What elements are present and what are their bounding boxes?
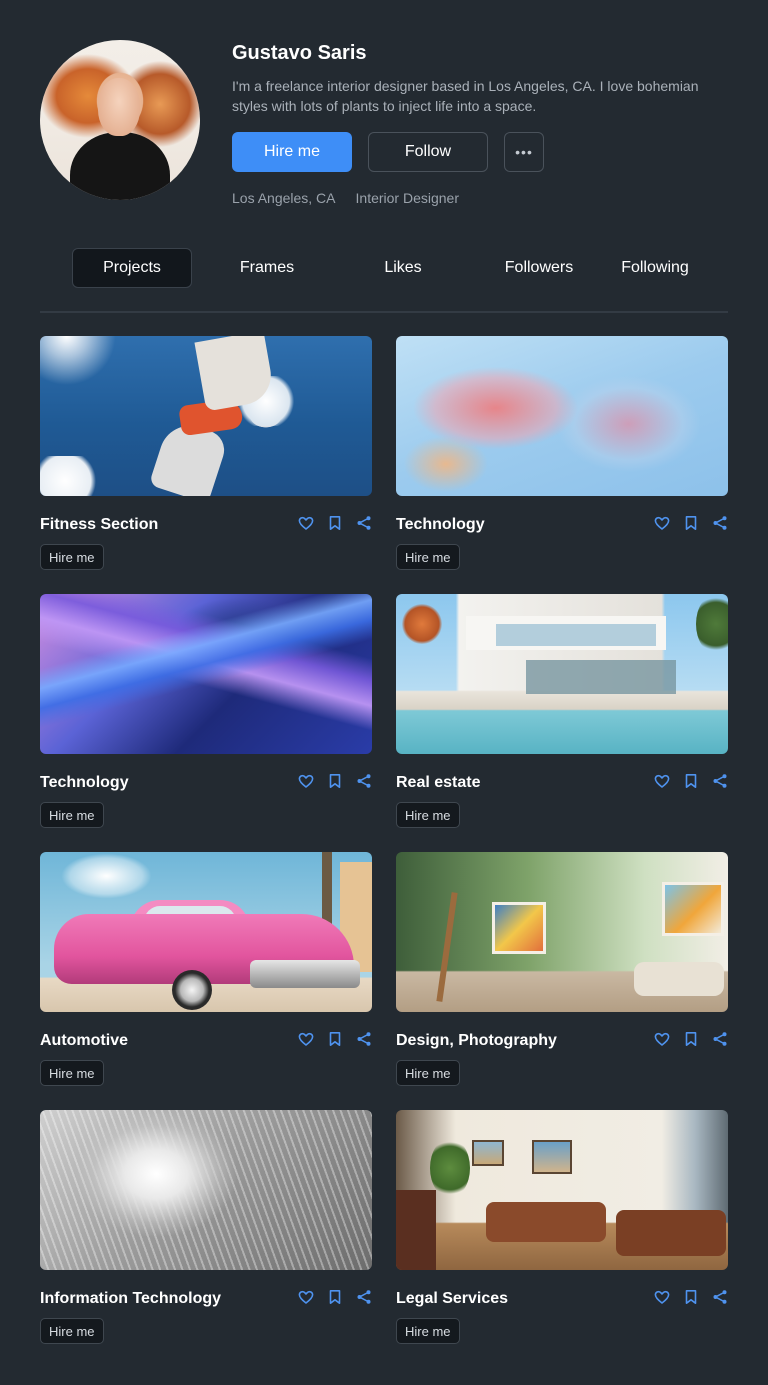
bookmark-icon[interactable]	[327, 515, 343, 531]
share-icon[interactable]	[356, 1289, 372, 1305]
project-actions	[654, 1031, 728, 1047]
project-actions	[298, 515, 372, 531]
profile-header: Gustavo Saris I'm a freelance interior d…	[40, 40, 728, 210]
share-icon[interactable]	[712, 773, 728, 789]
project-actions	[654, 773, 728, 789]
share-icon[interactable]	[356, 1031, 372, 1047]
project-card: Legal Services Hire me	[396, 1110, 728, 1348]
profile-meta: Los Angeles, CA Interior Designer	[232, 190, 459, 206]
project-title[interactable]: Information Technology	[40, 1290, 221, 1308]
hire-me-chip[interactable]: Hire me	[396, 1060, 460, 1086]
hire-me-chip[interactable]: Hire me	[396, 802, 460, 828]
hire-me-chip[interactable]: Hire me	[40, 1060, 104, 1086]
heart-icon[interactable]	[654, 773, 670, 789]
share-icon[interactable]	[712, 1289, 728, 1305]
project-title[interactable]: Design, Photography	[396, 1032, 557, 1050]
project-card: Fitness Section Hire me	[40, 336, 372, 574]
project-actions	[298, 1289, 372, 1305]
tab-followers[interactable]: Followers	[479, 248, 599, 288]
profile-bio: I'm a freelance interior designer based …	[232, 78, 699, 114]
bookmark-icon[interactable]	[683, 773, 699, 789]
bookmark-icon[interactable]	[327, 773, 343, 789]
tab-projects[interactable]: Projects	[72, 248, 192, 288]
heart-icon[interactable]	[298, 515, 314, 531]
avatar-coat	[70, 132, 170, 200]
project-thumbnail[interactable]	[40, 594, 372, 754]
bookmark-icon[interactable]	[327, 1289, 343, 1305]
tabs-divider	[40, 311, 728, 313]
tab-frames[interactable]: Frames	[207, 248, 327, 288]
more-options-button[interactable]: •••	[504, 132, 544, 172]
heart-icon[interactable]	[298, 773, 314, 789]
project-card: Automotive Hire me	[40, 852, 372, 1090]
profile-name: Gustavo Saris	[232, 42, 367, 64]
project-card: Technology Hire me	[396, 336, 728, 574]
project-actions	[654, 515, 728, 531]
project-title[interactable]: Technology	[40, 774, 129, 792]
project-thumbnail[interactable]	[396, 336, 728, 496]
hire-me-chip[interactable]: Hire me	[396, 544, 460, 570]
avatar-face	[98, 78, 140, 136]
project-title[interactable]: Technology	[396, 516, 485, 534]
share-icon[interactable]	[712, 515, 728, 531]
project-card: Information Technology Hire me	[40, 1110, 372, 1348]
heart-icon[interactable]	[298, 1031, 314, 1047]
more-icon: •••	[515, 144, 533, 160]
hire-me-chip[interactable]: Hire me	[40, 544, 104, 570]
heart-icon[interactable]	[654, 1289, 670, 1305]
project-thumbnail[interactable]	[396, 594, 728, 754]
project-card: Design, Photography Hire me	[396, 852, 728, 1090]
hire-me-chip[interactable]: Hire me	[40, 802, 104, 828]
heart-icon[interactable]	[654, 515, 670, 531]
tab-likes[interactable]: Likes	[343, 248, 463, 288]
profile-role: Interior Designer	[355, 190, 460, 206]
share-icon[interactable]	[712, 1031, 728, 1047]
project-title[interactable]: Legal Services	[396, 1290, 508, 1308]
hire-me-button[interactable]: Hire me	[232, 132, 352, 172]
bookmark-icon[interactable]	[327, 1031, 343, 1047]
heart-icon[interactable]	[654, 1031, 670, 1047]
avatar	[40, 40, 200, 200]
share-icon[interactable]	[356, 515, 372, 531]
bookmark-icon[interactable]	[683, 515, 699, 531]
share-icon[interactable]	[356, 773, 372, 789]
project-actions	[654, 1289, 728, 1305]
hire-me-chip[interactable]: Hire me	[396, 1318, 460, 1344]
bookmark-icon[interactable]	[683, 1289, 699, 1305]
project-card: Real estate Hire me	[396, 594, 728, 832]
project-title[interactable]: Fitness Section	[40, 516, 158, 534]
bookmark-icon[interactable]	[683, 1031, 699, 1047]
project-actions	[298, 773, 372, 789]
project-thumbnail[interactable]	[40, 336, 372, 496]
follow-button[interactable]: Follow	[368, 132, 488, 172]
heart-icon[interactable]	[298, 1289, 314, 1305]
project-thumbnail[interactable]	[40, 852, 372, 1012]
project-actions	[298, 1031, 372, 1047]
profile-tabs: Projects Frames Likes Followers Followin…	[40, 248, 728, 288]
hire-me-chip[interactable]: Hire me	[40, 1318, 104, 1344]
project-thumbnail[interactable]	[40, 1110, 372, 1270]
project-thumbnail[interactable]	[396, 1110, 728, 1270]
project-title[interactable]: Real estate	[396, 774, 481, 792]
profile-location: Los Angeles, CA	[232, 190, 336, 206]
tab-following[interactable]: Following	[595, 248, 715, 288]
project-thumbnail[interactable]	[396, 852, 728, 1012]
project-card: Technology Hire me	[40, 594, 372, 832]
project-title[interactable]: Automotive	[40, 1032, 128, 1050]
